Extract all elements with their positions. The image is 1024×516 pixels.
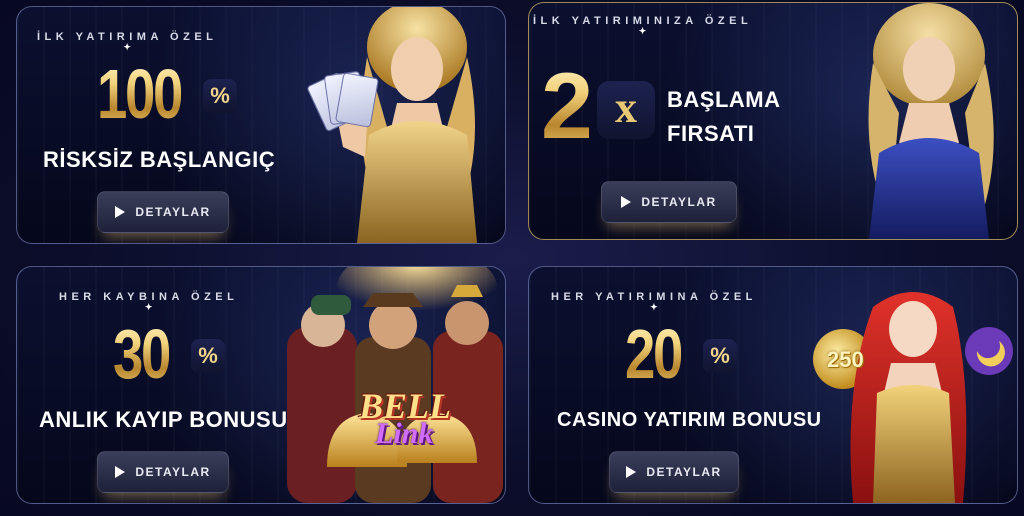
percent-badge: %: [203, 79, 237, 113]
card-kicker: İLK YATIRIMA ÖZEL ✦: [37, 31, 218, 52]
details-button[interactable]: DETAYLAR: [601, 181, 737, 223]
card-kicker: HER YATIRIMINA ÖZEL ✦: [551, 291, 757, 312]
promo-card-double-start[interactable]: İLK YATIRIMINIZA ÖZEL ✦ 2 x BAŞLAMA FIRSA…: [528, 2, 1018, 240]
details-button[interactable]: DETAYLAR: [609, 451, 739, 493]
promo-card-casino-deposit[interactable]: HER YATIRIMINA ÖZEL ✦ 20 % CASINO YATIRIM…: [528, 266, 1018, 504]
promo-card-first-deposit[interactable]: İLK YATIRIMA ÖZEL ✦ 100 % RİSKSİZ BAŞLANG…: [16, 6, 506, 244]
card-headline: CASINO YATIRIM BONUSU: [557, 409, 822, 431]
promo-card-loss-bonus[interactable]: HER KAYBINA ÖZEL ✦ 30 % ANLIK KAYIP BONUS…: [16, 266, 506, 504]
hostess-illustration: [306, 7, 505, 243]
badge-250: 250: [827, 347, 864, 372]
play-arrow-icon: [115, 206, 126, 218]
card-headline-line2: FIRSATI: [667, 121, 755, 146]
percent-badge: %: [703, 339, 737, 373]
game-logo-line2: Link: [375, 417, 434, 450]
details-button[interactable]: DETAYLAR: [97, 191, 229, 233]
bonus-multiplier-number: 2: [541, 53, 593, 158]
percent-badge: %: [191, 339, 225, 373]
card-headline-line1: BAŞLAMA: [667, 87, 781, 112]
play-arrow-icon: [626, 466, 637, 478]
bonus-amount: 100: [97, 55, 183, 133]
multiplier-badge: x: [597, 81, 655, 139]
play-arrow-icon: [115, 466, 126, 478]
bonus-amount: 30: [113, 315, 171, 393]
details-button[interactable]: DETAYLAR: [97, 451, 229, 493]
bonus-amount: 20: [625, 315, 683, 393]
card-headline: RİSKSİZ BAŞLANGIÇ: [43, 147, 276, 172]
card-headline: ANLIK KAYIP BONUSU: [39, 407, 288, 432]
card-kicker: HER KAYBINA ÖZEL ✦: [59, 291, 239, 312]
hostess-illustration: [829, 3, 1017, 239]
slot-game-illustration: BELL Link: [267, 267, 505, 503]
character-illustration: 250: [793, 267, 1017, 503]
card-kicker: İLK YATIRIMINIZA ÖZEL ✦: [533, 15, 753, 36]
play-arrow-icon: [621, 196, 632, 208]
